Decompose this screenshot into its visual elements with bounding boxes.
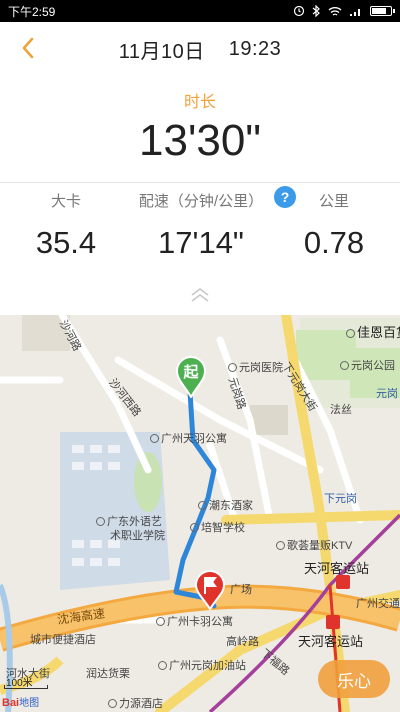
stat-value: 17'14" (158, 225, 244, 260)
battery-icon (370, 6, 395, 16)
map-label: 元岗 (376, 388, 398, 400)
map-label: 歌荟量贩KTV (276, 537, 352, 553)
back-button[interactable] (10, 30, 46, 66)
map-label: 元岗公园 (340, 357, 395, 373)
stat-calories: 大卡 35.4 (0, 190, 132, 261)
stats-row: 大卡 35.4 配速（分钟/公里） 17'14" 公里 0.78 (0, 190, 400, 280)
map-label: 下元岗 (324, 493, 357, 505)
map-label: 培智学校 (190, 519, 245, 535)
chevron-left-icon (22, 37, 34, 59)
map-label: 城市便捷酒店 (30, 634, 96, 646)
wifi-icon (328, 6, 342, 16)
stat-pace: 配速（分钟/公里） 17'14" (116, 190, 286, 261)
header: 11月10日 19:23 (0, 22, 400, 76)
record-time: 19:23 (228, 37, 282, 60)
question-circle-icon[interactable]: ? (274, 186, 296, 208)
map-label: 高岭路 (226, 636, 259, 648)
record-date: 11月10日 (118, 40, 205, 63)
stat-value: 0.78 (303, 225, 365, 260)
status-bar: 下午2:59 (0, 0, 400, 22)
status-time: 下午2:59 (8, 4, 56, 19)
signal-icon (350, 8, 360, 16)
duration-value: 13'30" (139, 116, 261, 165)
stat-value: 35.4 (35, 225, 97, 260)
alarm-icon (293, 5, 305, 17)
baidu-logo-suffix: 地图 (19, 698, 40, 709)
start-pin-icon: 起 (175, 356, 207, 398)
map-label: 广州交通集 (356, 598, 400, 610)
map-label: 潮东酒家 (198, 497, 253, 513)
map-label: 广州天羽公寓 (150, 430, 227, 446)
lexin-button[interactable]: 乐心 (318, 660, 390, 698)
baidu-map-logo: Bai地图 (2, 694, 39, 709)
baidu-logo-text: Bai (2, 697, 20, 709)
stat-label: 大卡 (50, 193, 81, 210)
divider (0, 182, 400, 183)
map-label: 力源酒店 (108, 695, 163, 711)
map-label: 术职业学院 (110, 530, 165, 542)
map-label: 元岗医院 (228, 359, 283, 375)
map-label: 法丝 (330, 404, 352, 416)
map-label: 佳恩百货 (346, 322, 400, 341)
finish-flag-icon (194, 570, 226, 610)
stat-label: 配速（分钟/公里） (138, 193, 264, 210)
route-map[interactable]: 起 佳恩百货 元岗公园 元岗医院 元岗路 下元岗大街 法丝 元岗 广州天羽公寓 … (0, 315, 400, 712)
status-icons (293, 5, 395, 17)
map-label: 广州元岗加油站 (158, 657, 246, 673)
map-scale-bar (4, 685, 48, 689)
map-label: 广场 (230, 584, 252, 596)
map-label: 天河客运站 (304, 561, 370, 576)
duration-label: 时长 (183, 94, 216, 111)
double-chevron-up-icon[interactable] (188, 286, 212, 304)
map-label: 广州卡羽公寓 (156, 613, 233, 629)
map-label: 润达货栗 (86, 668, 130, 680)
start-marker-label: 起 (183, 364, 199, 381)
map-label: 天河客运站 (298, 634, 364, 649)
bluetooth-icon (312, 5, 320, 17)
